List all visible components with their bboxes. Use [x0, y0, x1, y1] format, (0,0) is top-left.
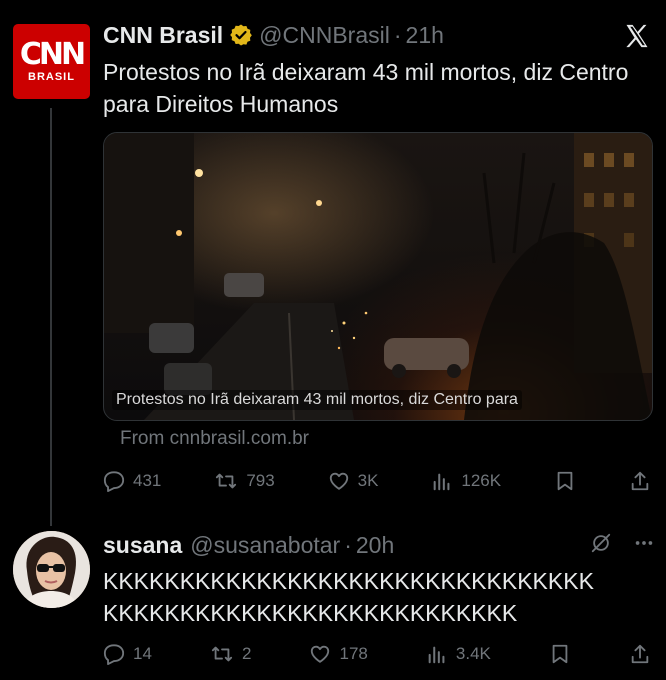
reply-reply-button[interactable]: 14 — [103, 643, 152, 665]
reply-icon — [103, 470, 125, 492]
reply-header: susana @susanabotar · 20h — [103, 529, 394, 561]
reply-reply-count: 14 — [133, 644, 152, 663]
like-icon — [328, 470, 350, 492]
reply-top-icons — [590, 532, 656, 559]
cnn-logo-text: CNN — [19, 36, 86, 72]
reply-author-handle[interactable]: @susanabotar — [190, 532, 340, 559]
more-icon[interactable] — [632, 532, 656, 559]
repost-button[interactable]: 793 — [214, 470, 275, 492]
author-handle[interactable]: @CNNBrasil — [259, 22, 390, 49]
cnn-logo-subtitle: BRASIL — [28, 70, 75, 83]
link-source[interactable]: From cnnbrasil.com.br — [120, 428, 309, 450]
news-image[interactable]: Protestos no Irã deixaram 43 mil mortos,… — [103, 132, 653, 421]
cnn-brasil-avatar[interactable]: CNN BRASIL — [13, 24, 90, 99]
tweet-header: CNN Brasil @CNNBrasil · 21h — [103, 19, 444, 51]
thread-connector-line — [50, 108, 52, 526]
views-count: 126K — [461, 471, 502, 490]
reply-text: KKKKKKKKKKKKKKKKKKKKKKKKKKKKKKKK KKKKKKK… — [103, 565, 643, 629]
separator-dot: · — [393, 21, 402, 48]
repost-icon — [214, 470, 238, 492]
reply-text-line-2: KKKKKKKKKKKKKKKKKKKKKKKKKKK — [103, 600, 518, 626]
views-icon — [426, 643, 448, 665]
tweet-text: Protestos no Irã deixaram 43 mil mortos,… — [103, 59, 629, 117]
image-caption: Protestos no Irã deixaram 43 mil mortos,… — [112, 390, 522, 410]
author-name[interactable]: CNN Brasil — [103, 22, 223, 49]
x-logo-icon — [623, 22, 651, 50]
share-icon — [629, 643, 651, 665]
reply-timestamp[interactable]: 20h — [356, 532, 394, 559]
reply-bookmark-button[interactable] — [549, 643, 571, 665]
reply-count: 431 — [133, 471, 162, 490]
bookmark-icon — [549, 643, 571, 665]
street-scene-illustration — [104, 133, 652, 420]
like-count: 3K — [357, 471, 379, 490]
repost-icon — [210, 643, 234, 665]
tweet-actions: 431 793 3K 126K — [103, 466, 651, 496]
views-icon — [431, 470, 453, 492]
reply-icon — [103, 643, 125, 665]
share-button[interactable] — [629, 470, 651, 492]
like-button[interactable]: 3K — [328, 470, 379, 492]
reply-views-count: 3.4K — [455, 644, 491, 663]
repost-count: 793 — [246, 471, 275, 490]
reply-author-name[interactable]: susana — [103, 532, 182, 559]
reply-like-button[interactable]: 178 — [309, 643, 368, 665]
reply-repost-count: 2 — [241, 644, 252, 663]
views-button[interactable]: 126K — [431, 470, 501, 492]
reply-share-button[interactable] — [629, 643, 651, 665]
like-icon — [309, 643, 331, 665]
reply-views-button[interactable]: 3.4K — [426, 643, 491, 665]
susana-avatar[interactable] — [13, 531, 90, 608]
tweet-timestamp[interactable]: 21h — [406, 22, 444, 49]
verified-badge-icon[interactable] — [229, 23, 253, 47]
bookmark-icon — [554, 470, 576, 492]
bookmark-button[interactable] — [554, 470, 576, 492]
share-icon — [629, 470, 651, 492]
reply-separator-dot: · — [344, 531, 352, 558]
grok-icon[interactable] — [590, 532, 612, 559]
reply-repost-button[interactable]: 2 — [210, 643, 251, 665]
reply-actions: 14 2 178 3.4K — [103, 639, 651, 669]
avatar-photo — [13, 531, 90, 608]
reply-button[interactable]: 431 — [103, 470, 161, 492]
reply-text-line-1: KKKKKKKKKKKKKKKKKKKKKKKKKKKKKKKK — [103, 568, 594, 594]
reply-like-count: 178 — [339, 644, 368, 663]
